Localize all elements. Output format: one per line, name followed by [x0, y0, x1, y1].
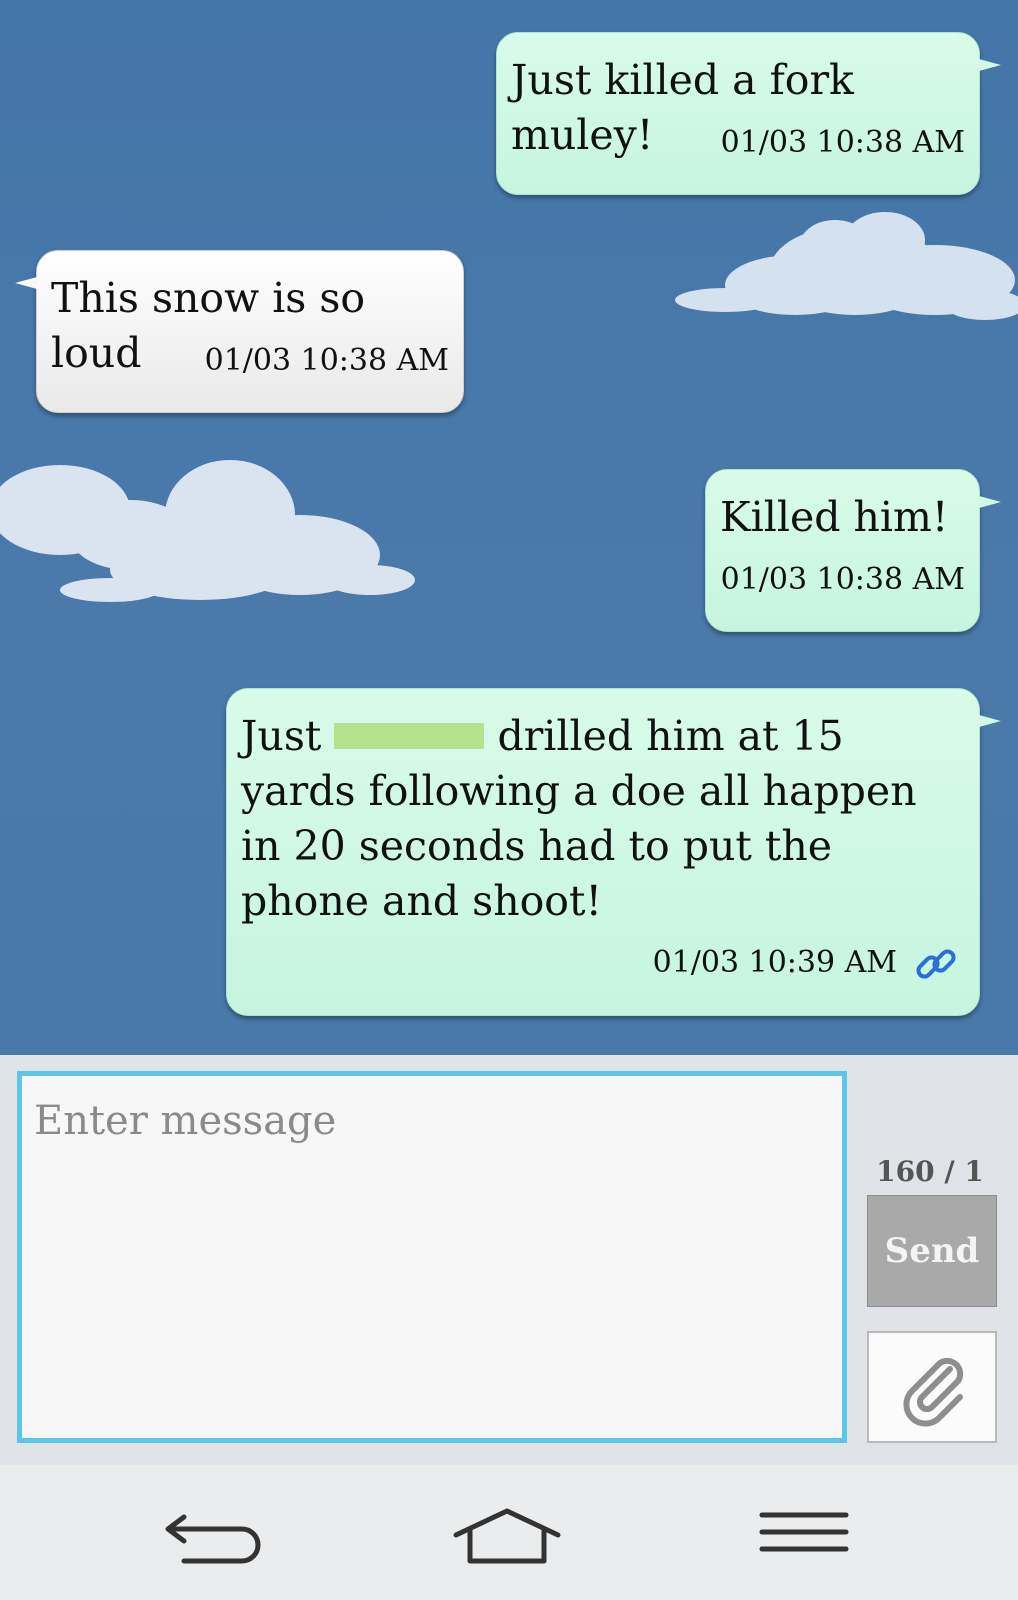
message-bubble-incoming[interactable]: This snow is so loud 01/03 10:38 AM	[15, 250, 464, 413]
send-button[interactable]: Send	[867, 1195, 997, 1307]
message-timestamp: 01/03 10:38 AM	[720, 562, 965, 597]
link-icon[interactable]	[913, 941, 959, 987]
chat-area[interactable]: Just killed a fork muley! 01/03 10:38 AM…	[0, 0, 1018, 1055]
paperclip-icon	[903, 1357, 964, 1427]
bubble-tail	[979, 59, 1001, 71]
home-icon[interactable]	[452, 1505, 562, 1565]
bubble-tail	[979, 715, 1001, 727]
send-button-label: Send	[884, 1231, 980, 1271]
composer: Enter message 160 / 1 Send	[0, 1055, 1018, 1465]
message-timestamp: 01/03 10:39 AM	[652, 945, 897, 980]
redaction-mark	[334, 722, 485, 749]
message-text: Killed him!	[720, 493, 949, 541]
message-input[interactable]: Enter message	[17, 1071, 847, 1443]
message-timestamp: 01/03 10:38 AM	[720, 125, 965, 160]
message-bubble-outgoing[interactable]: Just killed a fork muley! 01/03 10:38 AM	[496, 32, 1001, 195]
message-timestamp: 01/03 10:38 AM	[204, 343, 449, 378]
attach-button[interactable]	[867, 1331, 997, 1443]
message-bubble-outgoing[interactable]: Just drilled him at 15 yards following a…	[226, 688, 1001, 1016]
message-input-placeholder: Enter message	[34, 1098, 337, 1144]
back-icon[interactable]	[160, 1505, 270, 1565]
character-counter: 160 / 1	[876, 1155, 984, 1188]
menu-icon[interactable]	[758, 1505, 850, 1565]
bubble-tail	[15, 277, 37, 289]
message-text-start: Just	[241, 712, 322, 760]
navigation-bar	[0, 1465, 1018, 1600]
cloud-right	[675, 212, 1018, 320]
cloud-left	[0, 460, 415, 602]
message-text: Just drilled him at 15 yards following a…	[227, 689, 935, 929]
message-bubble-outgoing[interactable]: Killed him! 01/03 10:38 AM	[705, 469, 1001, 632]
bubble-tail	[979, 496, 1001, 508]
